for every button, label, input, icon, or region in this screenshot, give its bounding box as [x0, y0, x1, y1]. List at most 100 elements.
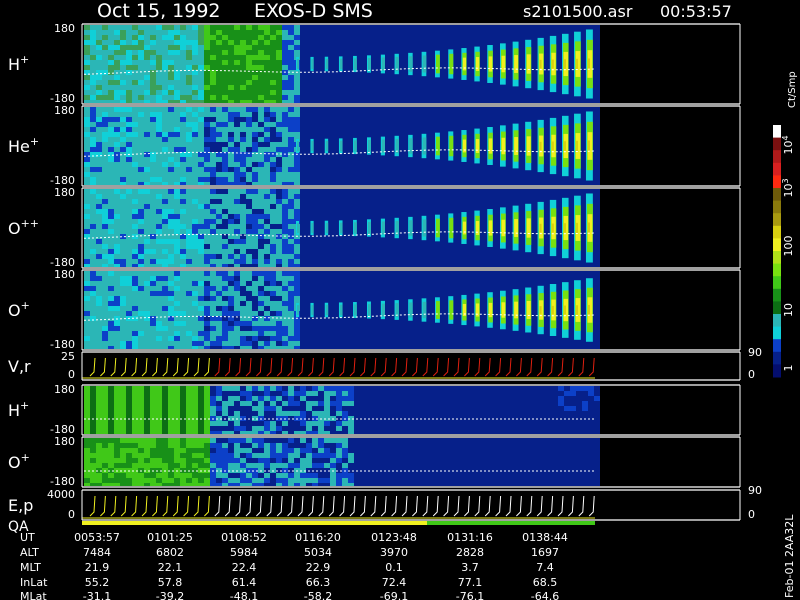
table-cell: 1697	[531, 546, 559, 559]
colorbar-swatch	[773, 288, 781, 302]
y-top-tick: 180	[54, 186, 75, 199]
side-note: Feb-01 2AA32L	[783, 514, 796, 598]
colorbar-swatch	[773, 200, 781, 214]
table-cell: 3.7	[461, 561, 479, 574]
table-cell: 0101:25	[147, 531, 193, 544]
colorbar-swatch	[773, 351, 781, 365]
species-charge: ++	[21, 217, 39, 230]
colorbar-label: 100	[782, 236, 795, 257]
table-cell: -69.1	[380, 590, 408, 600]
table-cell: 7484	[83, 546, 111, 559]
row-label: MLat	[20, 590, 47, 600]
species-label: O+	[8, 299, 30, 320]
species-charge: +	[20, 53, 29, 66]
colorbar-swatch	[773, 238, 781, 252]
table-cell: 61.4	[232, 576, 257, 589]
exos-d-sms-plot: Oct 15, 1992 EXOS-D SMS s2101500.asr 00:…	[8, 0, 798, 600]
species-label: E,p	[8, 496, 33, 515]
table-cell: 66.3	[306, 576, 331, 589]
colorbar-swatch	[773, 150, 781, 164]
row-label: InLat	[20, 576, 48, 589]
y-bottom-tick: -180	[50, 475, 75, 488]
table-cell: -48.1	[230, 590, 258, 600]
species-label: H+	[8, 53, 29, 74]
y-bottom-tick: 0	[68, 368, 75, 381]
colorbar-swatch	[773, 314, 781, 328]
table-cell: 2828	[456, 546, 484, 559]
colorbar-swatch	[773, 188, 781, 202]
colorbar-swatch	[773, 364, 781, 378]
colorbar-swatch	[773, 339, 781, 353]
row-label: MLT	[20, 561, 41, 574]
panel-6	[81, 384, 741, 436]
colorbar-swatch	[773, 276, 781, 290]
species-charge: +	[21, 299, 30, 312]
table-cell: 0.1	[385, 561, 403, 574]
species-charge: +	[21, 451, 30, 464]
y-top-tick: 180	[54, 268, 75, 281]
table-cell: 77.1	[458, 576, 483, 589]
species-charge: +	[20, 399, 29, 412]
colorbar-label: 10	[782, 303, 795, 317]
table-cell: 68.5	[533, 576, 558, 589]
table-cell: 57.8	[158, 576, 183, 589]
table-cell: -64.6	[531, 590, 559, 600]
panel-4	[81, 269, 741, 351]
table-cell: -76.1	[456, 590, 484, 600]
table-cell: -31.1	[83, 590, 111, 600]
colorbar-label: 1	[782, 365, 795, 372]
colorbar-title: Ct/Smp	[787, 71, 798, 108]
table-cell: 22.9	[306, 561, 331, 574]
y-top-tick: 4000	[47, 488, 75, 501]
table-cell: 6802	[156, 546, 184, 559]
y-top-tick: 180	[54, 22, 75, 35]
species-label: H+	[8, 399, 29, 420]
panel-2	[81, 105, 741, 187]
y-top-tick: 180	[54, 435, 75, 448]
colorbar-swatch	[773, 175, 781, 189]
species-charge: +	[30, 135, 39, 148]
table-cell: 22.4	[232, 561, 257, 574]
file-name: s2101500.asr	[523, 2, 633, 21]
table-cell: 0138:44	[522, 531, 568, 544]
panel-label-7: O+ 180 -180	[8, 435, 75, 488]
species-label: O++	[8, 217, 39, 238]
right-top-tick: 90	[748, 484, 762, 497]
panel-label-3: O++180-180	[8, 186, 75, 269]
table-cell: 22.1	[158, 561, 183, 574]
table-cell: 0053:57	[74, 531, 120, 544]
table-cell: 0123:48	[371, 531, 417, 544]
panel-3	[81, 187, 741, 269]
y-top-tick: 180	[54, 383, 75, 396]
table-cell: 21.9	[85, 561, 110, 574]
table-cell: 5034	[304, 546, 332, 559]
colorbar-swatch	[773, 213, 781, 227]
instrument-name: EXOS-D SMS	[254, 0, 373, 22]
colorbar-swatch	[773, 251, 781, 265]
ephemeris-table: UT 0053:57 0101:25 0108:52 0116:20 0123:48 013…	[20, 531, 568, 600]
table-cell: 0116:20	[295, 531, 341, 544]
species-label: V,r	[8, 357, 31, 376]
colorbar-swatch	[773, 162, 781, 176]
table-cell: 3970	[380, 546, 408, 559]
panel-1	[81, 23, 741, 105]
colorbar-swatch	[773, 326, 781, 340]
y-bottom-tick: 0	[68, 508, 75, 521]
row-label: UT	[20, 531, 35, 544]
row-label: ALT	[20, 546, 39, 559]
colorbar-swatch	[773, 137, 781, 151]
table-cell: 5984	[230, 546, 258, 559]
panel-8	[81, 489, 741, 521]
table-cell: -58.2	[304, 590, 332, 600]
right-bottom-tick: 0	[748, 368, 755, 381]
right-top-tick: 90	[748, 346, 762, 359]
panel-label-4: O+180-180	[8, 268, 75, 351]
colorbar-label: 103	[781, 178, 795, 197]
panel-label-2: He+180-180	[8, 104, 75, 187]
colorbar-label: 104	[781, 135, 795, 154]
right-bottom-tick: 0	[748, 508, 755, 521]
table-cell: 7.4	[536, 561, 554, 574]
species-label: O+	[8, 451, 30, 472]
colorbar-swatch	[773, 263, 781, 277]
time-quality-bar	[82, 521, 595, 525]
